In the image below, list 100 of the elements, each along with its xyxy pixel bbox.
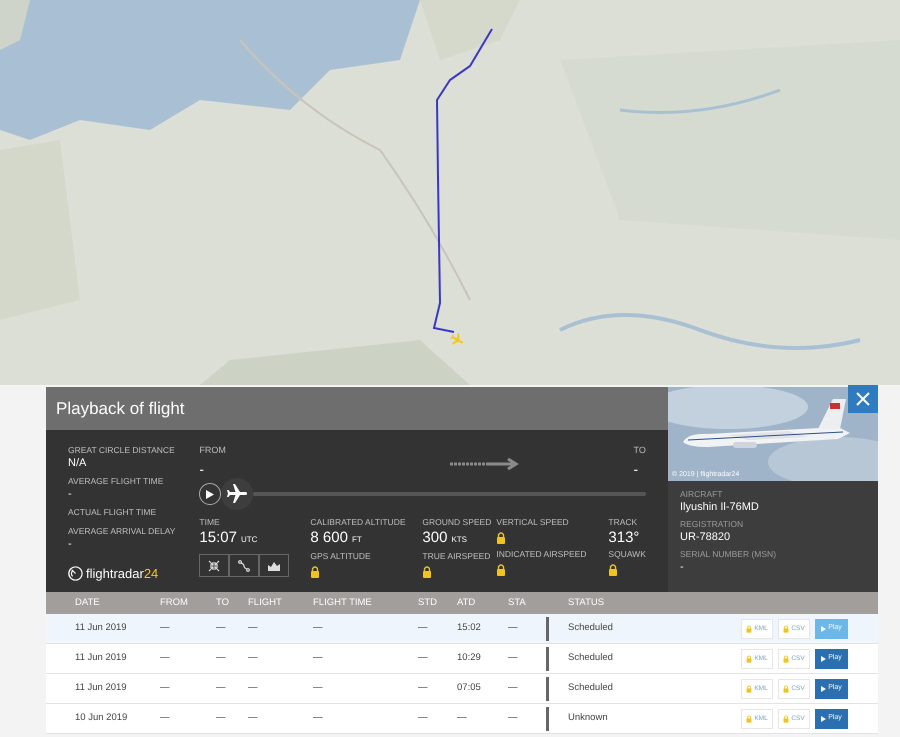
aircraft-label: SERIAL NUMBER (MSN) xyxy=(680,549,778,560)
play-icon xyxy=(821,716,826,722)
column-header: STD xyxy=(418,596,438,610)
table-cell-text: — xyxy=(216,621,226,636)
padlock-icon xyxy=(608,564,618,576)
from-value: - xyxy=(199,460,206,479)
radar-logo-icon xyxy=(68,566,83,582)
column-header: STATUS xyxy=(568,596,604,610)
padlock-icon xyxy=(422,566,432,578)
table-cell-text: 11 Jun 2019 xyxy=(75,681,128,696)
table-cell-text: — xyxy=(248,651,258,666)
close-icon xyxy=(855,391,871,407)
stat-value: 15:07 xyxy=(199,528,237,548)
stat-label: TIME xyxy=(199,516,221,528)
stat-label: TRUE AIRSPEED xyxy=(422,550,492,562)
column-header: FLIGHT TIME xyxy=(313,596,373,610)
playback-thumb[interactable] xyxy=(221,478,254,510)
stat-unit: UTC xyxy=(240,534,258,546)
table-cell-text: — xyxy=(160,651,170,666)
table-cell-text: — xyxy=(248,621,258,636)
stat-label: SQUAWK xyxy=(608,548,646,560)
aircraft-label: REGISTRATION xyxy=(680,519,744,530)
summary-value: - xyxy=(68,537,73,551)
table-cell-text: 10 Jun 2019 xyxy=(75,711,128,726)
column-header: TO xyxy=(216,596,230,610)
padlock-icon xyxy=(746,714,752,722)
padlock-icon xyxy=(746,654,752,662)
map-view-button[interactable] xyxy=(229,554,260,577)
padlock-icon xyxy=(746,684,752,692)
padlock-icon xyxy=(783,624,790,632)
logo-text: flightradar24 xyxy=(86,565,158,583)
to-value: - xyxy=(634,460,638,479)
from-label: FROM xyxy=(199,444,226,456)
table-cell-text: 11 Jun 2019 xyxy=(75,621,128,636)
table-cell-text: — xyxy=(418,681,428,696)
padlock-icon xyxy=(783,654,790,662)
aircraft-value: - xyxy=(680,560,685,575)
padlock-icon xyxy=(746,624,752,632)
table-cell-text: — xyxy=(313,651,324,666)
padlock-icon xyxy=(310,566,320,578)
column-header: ATD xyxy=(457,596,476,610)
stat-value: 313° xyxy=(608,528,640,548)
route-icon xyxy=(238,560,250,572)
table-cell-text: 11 Jun 2019 xyxy=(75,651,128,666)
aircraft-label: AIRCRAFT xyxy=(680,489,724,500)
table-cell-text: Scheduled xyxy=(568,681,614,696)
play-button[interactable] xyxy=(199,483,222,505)
table-cell-text: — xyxy=(508,621,518,636)
summary-label: ACTUAL FLIGHT TIME xyxy=(68,506,158,518)
summary-value: N/A xyxy=(68,456,88,470)
play-icon xyxy=(206,490,214,498)
summary-label: AVERAGE ARRIVAL DELAY xyxy=(68,525,176,537)
play-icon xyxy=(821,656,826,662)
area-chart-icon xyxy=(267,560,282,572)
to-label: TO xyxy=(634,444,646,456)
table-cell-text: Scheduled xyxy=(568,651,614,666)
table-cell-text: — xyxy=(248,711,258,726)
table-cell-text: — xyxy=(457,711,468,726)
table-cell-text: 15:02 xyxy=(457,621,482,636)
aircraft-value: UR-78820 xyxy=(680,530,732,545)
table-cell-text: — xyxy=(248,681,258,696)
stat-unit: KTS xyxy=(451,534,467,546)
table-cell-text: — xyxy=(418,651,428,666)
table-cell-text: — xyxy=(216,711,226,726)
stat-label: TRACK xyxy=(608,516,638,528)
summary-value: - xyxy=(68,487,73,501)
padlock-icon xyxy=(783,684,790,692)
stat-value: 8 600 xyxy=(310,528,348,548)
table-cell-text: — xyxy=(418,711,428,726)
summary-label: GREAT CIRCLE DISTANCE xyxy=(68,444,176,456)
table-cell-text: — xyxy=(313,711,324,726)
padlock-icon xyxy=(496,532,506,544)
column-header: FROM xyxy=(160,596,189,610)
table-cell-text: Scheduled xyxy=(568,621,614,636)
table-cell-text: — xyxy=(216,651,226,666)
stat-unit: FT xyxy=(352,534,362,546)
stat-value: 300 xyxy=(422,528,448,548)
stat-label: INDICATED AIRSPEED xyxy=(496,548,588,560)
table-cell-text: 07:05 xyxy=(457,681,482,696)
stat-label: VERTICAL SPEED xyxy=(496,516,570,528)
collapse-arrows-icon xyxy=(208,560,220,572)
panel-title: Playback of flight xyxy=(56,398,185,420)
table-cell-text: — xyxy=(216,681,226,696)
summary-label: AVERAGE FLIGHT TIME xyxy=(68,475,164,487)
table-cell-text: — xyxy=(508,681,518,696)
table-cell-text: — xyxy=(160,681,170,696)
column-header: DATE xyxy=(75,596,101,610)
airplane-icon xyxy=(225,482,250,506)
dashed-arrow-icon xyxy=(450,458,520,470)
table-cell-text: — xyxy=(418,621,428,636)
play-icon xyxy=(821,686,826,692)
table-cell-text: Unknown xyxy=(568,711,609,726)
table-cell-text: — xyxy=(160,711,170,726)
close-button[interactable] xyxy=(848,385,878,413)
map-view-button[interactable] xyxy=(199,554,230,577)
stat-label: CALIBRATED ALTITUDE xyxy=(310,516,406,528)
stat-label: GPS ALTITUDE xyxy=(310,550,372,562)
map-view-button[interactable] xyxy=(259,554,290,577)
table-cell-text: — xyxy=(508,711,518,726)
table-cell-text: — xyxy=(313,681,324,696)
